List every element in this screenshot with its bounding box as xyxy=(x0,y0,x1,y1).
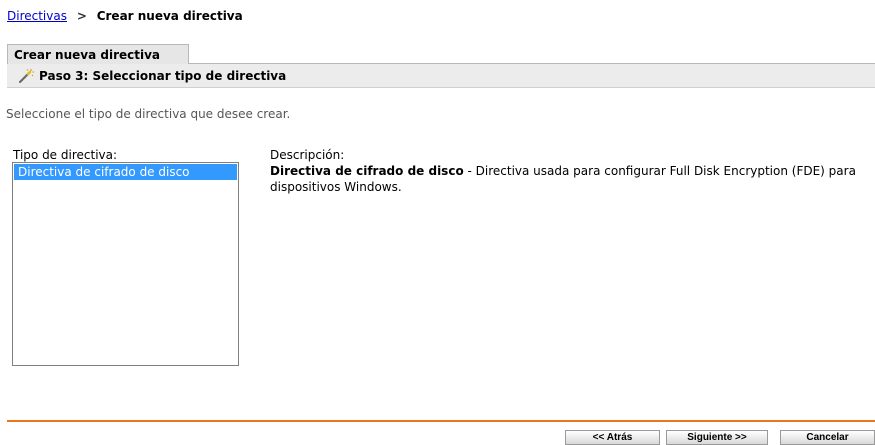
step-header: Paso 3: Seleccionar tipo de directiva xyxy=(7,64,875,88)
next-button[interactable]: Siguiente >> xyxy=(666,430,768,445)
step-title: Paso 3: Seleccionar tipo de directiva xyxy=(39,69,287,83)
description-label: Descripción: xyxy=(270,148,345,162)
breadcrumb-separator: > xyxy=(76,9,87,23)
policy-type-label: Tipo de directiva: xyxy=(13,148,118,162)
breadcrumb-link-directivas[interactable]: Directivas xyxy=(7,9,67,23)
back-button[interactable]: << Atrás xyxy=(565,430,660,445)
wand-icon xyxy=(18,69,34,84)
tab-bar: Crear nueva directiva xyxy=(7,44,875,64)
breadcrumb: Directivas > Crear nueva directiva xyxy=(7,9,243,23)
instruction-text: Seleccione el tipo de directiva que dese… xyxy=(6,107,291,121)
description-policy-name: Directiva de cifrado de disco xyxy=(270,164,464,178)
list-item[interactable]: Directiva de cifrado de disco xyxy=(14,164,237,180)
footer-divider xyxy=(7,420,875,422)
policy-type-listbox[interactable]: Directiva de cifrado de disco xyxy=(12,162,239,366)
cancel-button[interactable]: Cancelar xyxy=(780,430,875,445)
breadcrumb-current: Crear nueva directiva xyxy=(96,9,243,23)
description-text: Directiva de cifrado de disco - Directiv… xyxy=(270,163,860,195)
tab-crear-nueva-directiva[interactable]: Crear nueva directiva xyxy=(7,44,189,64)
